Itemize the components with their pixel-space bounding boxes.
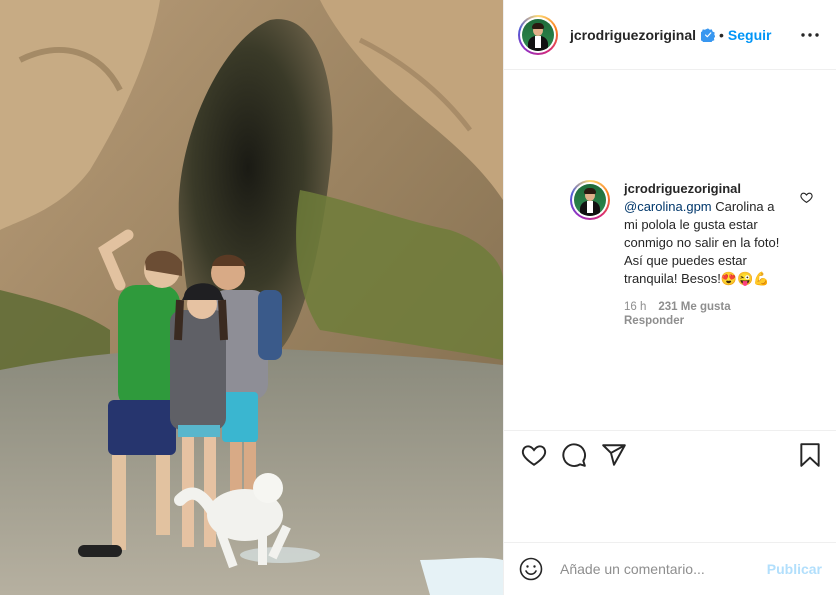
separator-dot: • [719, 26, 724, 43]
follow-button[interactable]: Seguir [728, 27, 772, 43]
post-panel: jcrodriguezoriginal • Seguir jcrodriguez… [503, 0, 836, 595]
comment-text: @carolina.gpm Carolina a mi polola le gu… [624, 198, 784, 288]
author-username[interactable]: jcrodriguezoriginal [570, 27, 696, 43]
reply-button[interactable]: Responder [624, 315, 684, 327]
more-options-icon[interactable] [798, 23, 822, 47]
post-photo[interactable] [0, 0, 503, 595]
comment-like-heart-icon[interactable] [800, 191, 814, 205]
comment-input[interactable] [560, 561, 755, 577]
publish-button[interactable]: Publicar [767, 561, 822, 577]
post-header: jcrodriguezoriginal • Seguir [504, 0, 836, 70]
author-avatar[interactable] [518, 14, 558, 55]
comment-icon[interactable] [560, 441, 588, 469]
beach-cave-photo [0, 0, 503, 595]
comment-time[interactable]: 16 h [624, 301, 646, 313]
comment-item: jcrodriguezoriginal @carolina.gpm Caroli… [570, 180, 820, 328]
comment-body: jcrodriguezoriginal @carolina.gpm Caroli… [624, 180, 784, 328]
verified-badge-icon [701, 27, 716, 42]
comment-mention[interactable]: @carolina.gpm [624, 199, 712, 214]
comment-username[interactable]: jcrodriguezoriginal [624, 180, 784, 198]
share-icon[interactable] [600, 441, 628, 469]
bookmark-icon[interactable] [796, 441, 824, 469]
avatar-image [522, 18, 554, 51]
comment-meta: 16 h 231 Me gusta Responder [624, 300, 784, 328]
comments-section[interactable]: jcrodriguezoriginal @carolina.gpm Caroli… [504, 70, 836, 430]
emoji-icon[interactable] [518, 556, 544, 582]
comment-likes[interactable]: 231 Me gusta [658, 301, 730, 313]
post-actions [504, 430, 836, 542]
add-comment-bar: Publicar [504, 542, 836, 595]
avatar-image [574, 184, 606, 216]
commenter-avatar[interactable] [570, 180, 610, 220]
heart-icon[interactable] [520, 441, 548, 469]
